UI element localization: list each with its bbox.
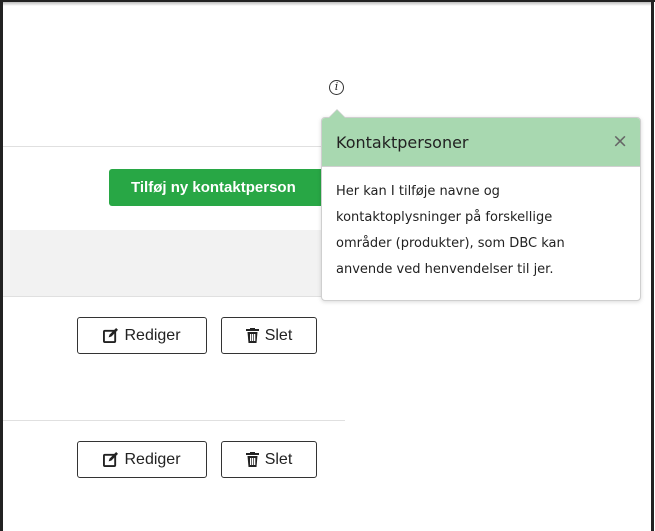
popover-body-line: kontaktoplysninger på forskellige xyxy=(336,210,553,225)
popover-body-line: områder (produkter), som DBC kan xyxy=(336,236,565,251)
delete-button-label: Slet xyxy=(264,326,293,344)
popover-body: Her kan I tilføje navne og kontaktoplysn… xyxy=(322,167,640,283)
popover-body-line: anvende ved henvendelser til jer. xyxy=(336,262,554,277)
divider xyxy=(3,296,321,297)
close-icon[interactable]: × xyxy=(612,131,628,151)
table-header-row xyxy=(3,230,321,296)
window-frame-shadow xyxy=(3,2,651,6)
edit-button-label: Rediger xyxy=(124,326,181,344)
trash-icon xyxy=(245,452,259,467)
delete-button-label: Slet xyxy=(264,450,293,468)
help-popover: Kontaktpersoner × Her kan I tilføje navn… xyxy=(321,109,641,301)
info-icon[interactable]: i xyxy=(329,80,344,95)
window-frame-right xyxy=(651,0,654,531)
popover-header: Kontaktpersoner × xyxy=(322,118,640,167)
divider xyxy=(3,146,321,147)
edit-button-label: Rediger xyxy=(124,450,181,468)
edit-icon xyxy=(103,452,119,467)
trash-icon xyxy=(245,328,259,343)
edit-button[interactable]: Rediger xyxy=(77,441,207,478)
popover-title: Kontaktpersoner xyxy=(336,133,469,152)
edit-icon xyxy=(103,328,119,343)
delete-button[interactable]: Slet xyxy=(221,441,317,478)
add-contact-button[interactable]: Tilføj ny kontaktperson xyxy=(109,169,327,206)
popover-body-line: Her kan I tilføje navne og xyxy=(336,184,500,199)
edit-button[interactable]: Rediger xyxy=(77,317,207,354)
divider xyxy=(3,420,345,421)
delete-button[interactable]: Slet xyxy=(221,317,317,354)
popover-arrow-inner xyxy=(329,110,345,118)
